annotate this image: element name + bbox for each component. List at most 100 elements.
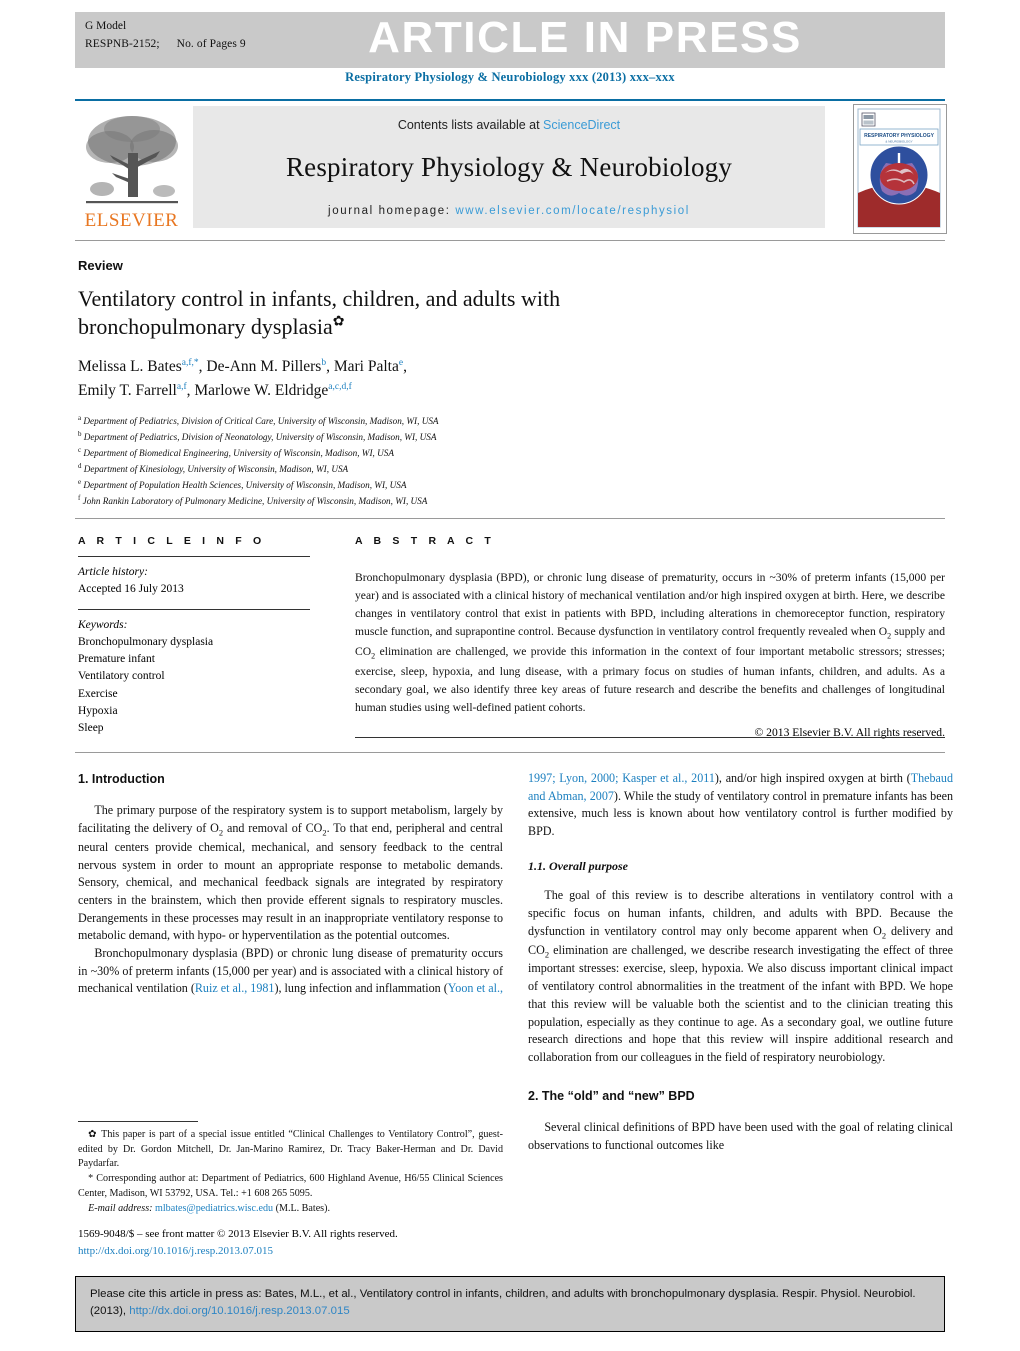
author-affil-marks: a,f,* <box>181 357 199 368</box>
article-type-label: Review <box>78 258 123 273</box>
author-name: Melissa L. Bates <box>78 358 182 375</box>
paragraph: Several clinical definitions of BPD have… <box>528 1119 953 1152</box>
section-heading-introduction: 1. Introduction <box>78 772 165 786</box>
g-model-label: G Model <box>85 20 127 32</box>
article-title-text: Ventilatory control in infants, children… <box>78 286 561 340</box>
footnote-block: ✿ This paper is part of a special issue … <box>78 1128 503 1216</box>
affiliation-mark: a <box>78 414 82 422</box>
contents-available-line: Contents lists available at ScienceDirec… <box>193 106 825 132</box>
abstract-bottom-rule <box>355 737 945 738</box>
keyword-item: Exercise <box>78 687 118 700</box>
affiliation-item: a Department of Pediatrics, Division of … <box>78 413 698 429</box>
issn-block: 1569-9048/$ – see front matter © 2013 El… <box>78 1226 508 1259</box>
author-list: Melissa L. Batesa,f,*, De-Ann M. Pillers… <box>78 357 407 399</box>
affiliation-mark: e <box>78 477 82 486</box>
affiliation-text: Department of Population Health Sciences… <box>83 479 407 490</box>
svg-text:& NEUROBIOLOGY: & NEUROBIOLOGY <box>885 140 912 144</box>
footnote-email-line: E-mail address: mlbates@pediatrics.wisc.… <box>78 1202 503 1217</box>
elsevier-logo: ELSEVIER <box>75 106 188 232</box>
section-heading-overall-purpose: 1.1. Overall purpose <box>528 858 628 873</box>
affiliation-mark: c <box>78 445 82 454</box>
footnote-star-marker: ✿ <box>88 1129 98 1140</box>
email-label: E-mail address: <box>88 1202 153 1214</box>
footnote-corresponding-author: * Corresponding author at: Department of… <box>78 1172 503 1201</box>
article-page: G Model RESPNB-2152; No. of Pages 9 ARTI… <box>0 0 1020 1351</box>
journal-title: Respiratory Physiology & Neurobiology <box>285 152 733 182</box>
section-heading-old-new-bpd: 2. The “old” and “new” BPD <box>528 1088 695 1103</box>
author-affil-marks: a,f <box>176 381 187 392</box>
article-info-heading: A R T I C L E I N F O <box>78 535 266 547</box>
journal-cover-thumbnail: RESPIRATORY PHYSIOLOGY & NEUROBIOLOGY <box>853 104 947 234</box>
contents-prefix: Contents lists available at <box>397 118 544 132</box>
cite-box-text: Please cite this article in press as: Ba… <box>76 1277 944 1319</box>
title-footnote-marker: ✿ <box>332 314 345 330</box>
body-top-rule <box>75 752 945 753</box>
affiliation-item: b Department of Pediatrics, Division of … <box>78 429 698 445</box>
footnote-special-issue: ✿ This paper is part of a special issue … <box>78 1128 503 1172</box>
abstract-text: Bronchopulmonary dysplasia (BPD), or chr… <box>355 571 945 714</box>
info-top-rule <box>75 518 945 519</box>
page-count: No. of Pages 9 <box>176 37 246 50</box>
cite-doi-link[interactable]: http://dx.doi.org/10.1016/j.resp.2013.07… <box>129 1305 349 1317</box>
affiliation-item: d Department of Kinesiology, University … <box>78 461 698 477</box>
paragraph: The goal of this review is to describe a… <box>528 888 953 1064</box>
affiliation-text: John Rankin Laboratory of Pulmonary Medi… <box>82 495 428 506</box>
journal-homepage-line: journal homepage: www.elsevier.com/locat… <box>193 205 825 217</box>
footnote-star-text: This paper is part of a special issue en… <box>78 1129 503 1170</box>
affiliation-item: c Department of Biomedical Engineering, … <box>78 445 698 461</box>
affiliation-mark: d <box>78 461 82 470</box>
paragraph-text: ), lung infection and inflammation ( <box>274 981 448 996</box>
abstract-panel: A B S T R A C T Bronchopulmonary dysplas… <box>355 535 945 739</box>
affiliation-item: f John Rankin Laboratory of Pulmonary Me… <box>78 493 698 509</box>
citation-link[interactable]: Ruiz et al., 1981 <box>195 981 275 995</box>
paragraph: The primary purpose of the respiratory s… <box>78 803 503 943</box>
author-affil-marks: b <box>321 357 327 368</box>
body-column-right: 1997; Lyon, 2000; Kasper et al., 2011), … <box>528 770 953 1154</box>
article-in-press-bar: G Model RESPNB-2152; No. of Pages 9 ARTI… <box>75 12 945 68</box>
keyword-item: Premature infant <box>78 653 155 665</box>
citation-link[interactable]: Yoon et al., <box>448 981 503 995</box>
author-name: De-Ann M. Pillers <box>206 358 322 375</box>
article-id: RESPNB-2152; <box>85 37 160 50</box>
elsevier-wordmark: ELSEVIER <box>84 210 179 231</box>
affiliation-text: Department of Pediatrics, Division of Cr… <box>83 416 439 427</box>
elsevier-tree-icon <box>86 116 178 204</box>
article-history-label: Article history: <box>78 566 148 578</box>
citation-link[interactable]: 1997; Lyon, 2000; Kasper et al., 2011 <box>528 771 715 785</box>
keyword-item: Hypoxia <box>78 704 118 717</box>
header-rule <box>75 99 945 101</box>
keyword-item: Sleep <box>78 722 104 734</box>
affiliation-list: a Department of Pediatrics, Division of … <box>78 413 698 509</box>
divider <box>78 556 310 557</box>
issn-line: 1569-9048/$ – see front matter © 2013 El… <box>78 1228 398 1240</box>
abstract-heading: A B S T R A C T <box>355 535 495 547</box>
footnote-corresp-text: Corresponding author at: Department of P… <box>78 1173 503 1199</box>
affiliation-mark: b <box>78 429 82 438</box>
author-affil-marks: e <box>398 357 404 368</box>
author-name: Marlowe W. Eldridge <box>194 381 329 399</box>
keyword-list: Bronchopulmonary dysplasia Premature inf… <box>78 634 310 738</box>
sciencedirect-link[interactable]: ScienceDirect <box>543 118 620 132</box>
keywords-label: Keywords: <box>78 618 128 631</box>
affiliation-text: Department of Kinesiology, University of… <box>83 463 349 474</box>
body-column-left: 1. Introduction The primary purpose of t… <box>78 770 503 998</box>
author-name: Emily T. Farrell <box>78 381 177 399</box>
svg-text:RESPIRATORY PHYSIOLOGY: RESPIRATORY PHYSIOLOGY <box>864 133 934 139</box>
masthead-bottom-rule <box>75 240 945 241</box>
paragraph-text: ), and/or high inspired oxygen at birth … <box>714 771 911 785</box>
paragraph: 1997; Lyon, 2000; Kasper et al., 2011), … <box>528 770 953 841</box>
doi-link[interactable]: http://dx.doi.org/10.1016/j.resp.2013.07… <box>78 1243 508 1260</box>
journal-running-head: Respiratory Physiology & Neurobiology xx… <box>345 70 675 84</box>
keyword-item: Bronchopulmonary dysplasia <box>78 635 214 648</box>
author-affil-marks: a,c,d,f <box>328 381 352 392</box>
affiliation-item: e Department of Population Health Scienc… <box>78 477 698 493</box>
homepage-url-link[interactable]: www.elsevier.com/locate/resphysiol <box>455 205 690 217</box>
journal-info-box: Contents lists available at ScienceDirec… <box>193 106 825 228</box>
article-in-press-label: ARTICLE IN PRESS <box>368 13 802 62</box>
divider <box>78 608 310 610</box>
email-link[interactable]: mlbates@pediatrics.wisc.edu <box>155 1203 273 1214</box>
keyword-item: Ventilatory control <box>78 670 165 683</box>
author-name: Mari Palta <box>333 358 399 375</box>
article-info-panel: A R T I C L E I N F O Article history: A… <box>78 535 310 737</box>
paragraph: Bronchopulmonary dysplasia (BPD) or chro… <box>78 945 503 998</box>
